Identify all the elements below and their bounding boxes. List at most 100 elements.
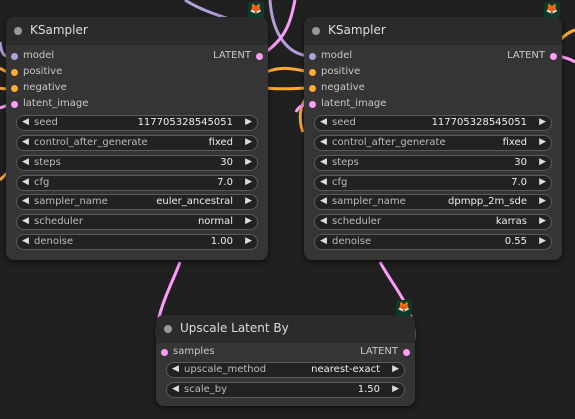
widget-sampler-name[interactable]: ◀ sampler_name euler_ancestral ▶ <box>16 194 258 210</box>
widget-label: seed <box>34 117 58 128</box>
node-title: Upscale Latent By <box>180 321 289 335</box>
graph-canvas[interactable]: KSampler model LATENT positive negative … <box>0 0 575 419</box>
slot-label: latent_image <box>321 98 387 109</box>
increment-arrow-icon[interactable]: ▶ <box>539 137 546 147</box>
decrement-arrow-icon[interactable]: ◀ <box>320 177 327 187</box>
decrement-arrow-icon[interactable]: ◀ <box>22 216 29 226</box>
widget-control-after-generate[interactable]: ◀ control_after_generate fixed ▶ <box>314 135 552 151</box>
decrement-arrow-icon[interactable]: ◀ <box>22 157 29 167</box>
ksampler-node-2[interactable]: KSampler model LATENT positive negative … <box>304 17 562 260</box>
input-slot-samples[interactable]: samples LATENT <box>156 345 415 361</box>
node-header[interactable]: KSampler <box>304 17 562 45</box>
slot-dot-icon[interactable] <box>11 85 18 92</box>
increment-arrow-icon[interactable]: ▶ <box>245 117 252 127</box>
input-slot-model[interactable]: model LATENT <box>6 49 268 65</box>
increment-arrow-icon[interactable]: ▶ <box>245 157 252 167</box>
slot-dot-icon[interactable] <box>309 69 316 76</box>
collapse-dot-icon[interactable] <box>164 325 172 333</box>
widget-seed[interactable]: ◀ seed 117705328545051 ▶ <box>314 115 552 131</box>
widget-label: sampler_name <box>332 196 406 207</box>
input-slot-negative[interactable]: negative <box>6 81 268 97</box>
widget-value: 117705328545051 <box>137 117 233 128</box>
widget-value: euler_ancestral <box>156 196 233 207</box>
conditioning-link-wire <box>558 28 575 42</box>
widget-value: 30 <box>514 157 527 168</box>
increment-arrow-icon[interactable]: ▶ <box>539 196 546 206</box>
input-slot-positive[interactable]: positive <box>304 65 562 81</box>
input-slot-positive[interactable]: positive <box>6 65 268 81</box>
widget-label: scheduler <box>34 216 83 227</box>
widget-label: denoise <box>332 236 372 247</box>
decrement-arrow-icon[interactable]: ◀ <box>320 137 327 147</box>
increment-arrow-icon[interactable]: ▶ <box>539 117 546 127</box>
slot-dot-icon[interactable] <box>161 349 168 356</box>
increment-arrow-icon[interactable]: ▶ <box>245 177 252 187</box>
widget-value: 0.55 <box>504 236 527 247</box>
node-header[interactable]: Upscale Latent By <box>156 315 415 343</box>
slot-dot-icon[interactable] <box>11 69 18 76</box>
widget-denoise[interactable]: ◀ denoise 0.55 ▶ <box>314 234 552 250</box>
ksampler-node-1[interactable]: KSampler model LATENT positive negative … <box>6 17 268 260</box>
increment-arrow-icon[interactable]: ▶ <box>245 196 252 206</box>
widget-label: scale_by <box>184 384 228 395</box>
widget-scheduler[interactable]: ◀ scheduler normal ▶ <box>16 214 258 230</box>
slot-dot-icon[interactable] <box>309 53 316 60</box>
decrement-arrow-icon[interactable]: ◀ <box>22 236 29 246</box>
decrement-arrow-icon[interactable]: ◀ <box>22 117 29 127</box>
widget-scheduler[interactable]: ◀ scheduler karras ▶ <box>314 214 552 230</box>
widget-value: fixed <box>208 137 233 148</box>
output-slot-dot-icon[interactable] <box>256 53 263 60</box>
increment-arrow-icon[interactable]: ▶ <box>539 216 546 226</box>
widget-scale-by[interactable]: ◀ scale_by 1.50 ▶ <box>166 382 405 398</box>
widget-control-after-generate[interactable]: ◀ control_after_generate fixed ▶ <box>16 135 258 151</box>
widget-steps[interactable]: ◀ steps 30 ▶ <box>314 155 552 171</box>
widget-sampler-name[interactable]: ◀ sampler_name dpmpp_2m_sde ▶ <box>314 194 552 210</box>
slot-label: samples <box>173 346 215 357</box>
slot-dot-icon[interactable] <box>11 101 18 108</box>
widget-value: 30 <box>220 157 233 168</box>
decrement-arrow-icon[interactable]: ◀ <box>22 137 29 147</box>
increment-arrow-icon[interactable]: ▶ <box>392 384 399 394</box>
input-slot-model[interactable]: model LATENT <box>304 49 562 65</box>
collapse-dot-icon[interactable] <box>312 27 320 35</box>
collapse-dot-icon[interactable] <box>14 27 22 35</box>
input-slot-negative[interactable]: negative <box>304 81 562 97</box>
increment-arrow-icon[interactable]: ▶ <box>245 236 252 246</box>
node-header[interactable]: KSampler <box>6 17 268 45</box>
decrement-arrow-icon[interactable]: ◀ <box>22 177 29 187</box>
output-slot-dot-icon[interactable] <box>403 349 410 356</box>
increment-arrow-icon[interactable]: ▶ <box>539 157 546 167</box>
output-slot-dot-icon[interactable] <box>550 53 557 60</box>
increment-arrow-icon[interactable]: ▶ <box>539 236 546 246</box>
widget-upscale-method[interactable]: ◀ upscale_method nearest-exact ▶ <box>166 362 405 378</box>
widget-label: control_after_generate <box>34 137 148 148</box>
widget-label: sampler_name <box>34 196 108 207</box>
decrement-arrow-icon[interactable]: ◀ <box>320 117 327 127</box>
decrement-arrow-icon[interactable]: ◀ <box>320 216 327 226</box>
upscale-latent-by-node[interactable]: Upscale Latent By samples LATENT ◀ upsca… <box>156 315 415 406</box>
increment-arrow-icon[interactable]: ▶ <box>539 177 546 187</box>
decrement-arrow-icon[interactable]: ◀ <box>320 157 327 167</box>
decrement-arrow-icon[interactable]: ◀ <box>320 196 327 206</box>
decrement-arrow-icon[interactable]: ◀ <box>172 364 179 374</box>
decrement-arrow-icon[interactable]: ◀ <box>172 384 179 394</box>
node-title: KSampler <box>30 23 88 37</box>
widget-steps[interactable]: ◀ steps 30 ▶ <box>16 155 258 171</box>
slot-dot-icon[interactable] <box>309 101 316 108</box>
increment-arrow-icon[interactable]: ▶ <box>392 364 399 374</box>
slot-label: negative <box>23 82 67 93</box>
decrement-arrow-icon[interactable]: ◀ <box>22 196 29 206</box>
increment-arrow-icon[interactable]: ▶ <box>245 137 252 147</box>
input-slot-latent-image[interactable]: latent_image <box>6 97 268 113</box>
widget-cfg[interactable]: ◀ cfg 7.0 ▶ <box>16 175 258 191</box>
widget-cfg[interactable]: ◀ cfg 7.0 ▶ <box>314 175 552 191</box>
widget-value: 117705328545051 <box>431 117 527 128</box>
decrement-arrow-icon[interactable]: ◀ <box>320 236 327 246</box>
increment-arrow-icon[interactable]: ▶ <box>245 216 252 226</box>
slot-dot-icon[interactable] <box>11 53 18 60</box>
slot-dot-icon[interactable] <box>309 85 316 92</box>
input-slot-latent-image[interactable]: latent_image <box>304 97 562 113</box>
widget-label: control_after_generate <box>332 137 446 148</box>
widget-denoise[interactable]: ◀ denoise 1.00 ▶ <box>16 234 258 250</box>
widget-seed[interactable]: ◀ seed 117705328545051 ▶ <box>16 115 258 131</box>
